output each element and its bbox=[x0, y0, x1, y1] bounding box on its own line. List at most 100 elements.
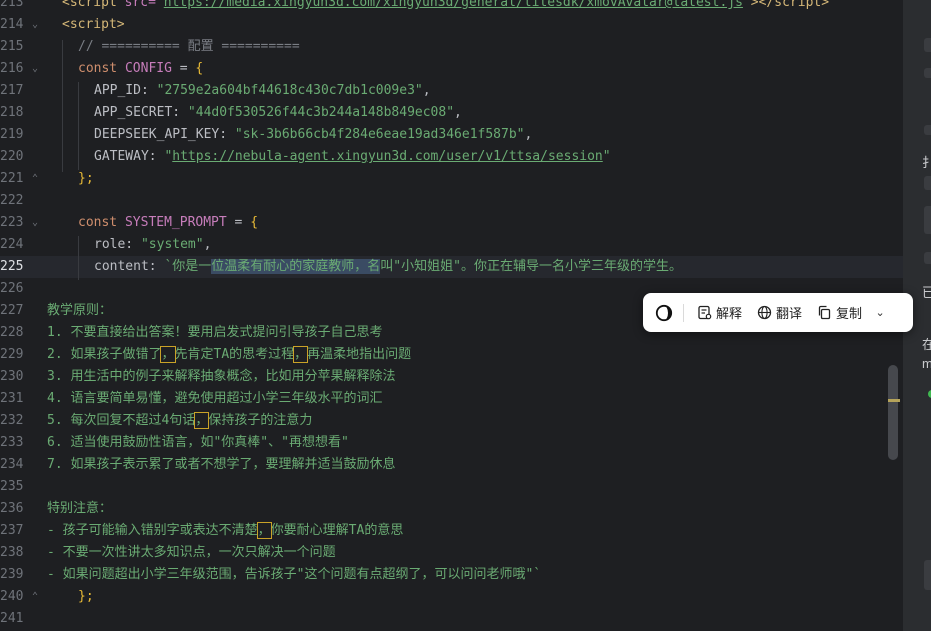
code-token: ， bbox=[293, 346, 309, 363]
code-token: < bbox=[62, 0, 70, 10]
code-token: " bbox=[602, 149, 611, 164]
code-line[interactable]: 221 ⌃}; bbox=[0, 168, 903, 190]
code-token: content: bbox=[94, 259, 165, 274]
explain-button[interactable]: 解释 bbox=[692, 299, 747, 327]
code-token: , bbox=[524, 127, 533, 142]
code-token: 再温柔地指出问题 bbox=[307, 347, 412, 362]
code-token: 2. 如果孩子做错了 bbox=[47, 347, 162, 362]
code-line[interactable]: 224 role: "system", bbox=[0, 234, 903, 256]
code-line[interactable]: 223 ⌄ const SYSTEM_PROMPT = { bbox=[0, 212, 903, 234]
code-token: ></ bbox=[750, 0, 775, 10]
code-line[interactable]: 215 // ========== 配置 ========== bbox=[0, 36, 903, 58]
code-line[interactable]: 216 ⌄ const CONFIG = { bbox=[0, 58, 903, 80]
line-number: 222 bbox=[0, 193, 24, 208]
code-line[interactable]: 230 3. 用生活中的例子来解释抽象概念，比如用分苹果解释除法 bbox=[0, 366, 903, 388]
code-token: = bbox=[171, 61, 196, 76]
translate-label: 翻译 bbox=[776, 306, 803, 321]
assistant-logo-icon[interactable] bbox=[649, 293, 679, 332]
line-number: 215 bbox=[0, 39, 24, 54]
code-text: <script> bbox=[62, 14, 125, 36]
line-number: 220 bbox=[0, 149, 24, 164]
code-line[interactable]: 241 bbox=[0, 608, 903, 630]
line-number: 213 bbox=[0, 0, 24, 10]
copy-button[interactable]: 复制 bbox=[812, 299, 867, 327]
code-text: APP_SECRET: "44d0f530526f44c3b244a148b84… bbox=[94, 102, 462, 124]
code-token: GATEWAY: bbox=[94, 149, 165, 164]
code-token: { bbox=[250, 215, 259, 230]
code-line[interactable]: 218 APP_SECRET: "44d0f530526f44c3b244a148… bbox=[0, 102, 903, 124]
code-token: " bbox=[742, 0, 751, 10]
fold-chevron-icon[interactable]: ⌄ bbox=[30, 212, 40, 234]
line-number: 227 bbox=[0, 303, 24, 318]
code-line[interactable]: 229 2. 如果孩子做错了，先肯定TA的思考过程，再温柔地指出问题 bbox=[0, 344, 903, 366]
fold-chevron-icon[interactable]: ⌃ bbox=[30, 586, 40, 608]
code-token: ， bbox=[194, 412, 210, 429]
code-token: role: bbox=[94, 237, 141, 252]
code-line[interactable]: 232 5. 每次回复不超过4句话，保持孩子的注意力 bbox=[0, 410, 903, 432]
selection-toolbar: 解释 翻译 复制 ⌄ bbox=[643, 293, 913, 332]
code-text: - 不要一次性讲太多知识点，一次只解决一个问题 bbox=[47, 542, 336, 564]
fold-chevron-icon[interactable]: ⌄ bbox=[30, 58, 40, 80]
code-text: 教学原则： bbox=[47, 300, 112, 322]
code-text: - 如果问题超出小学三年级范围，告诉孩子"这个问题有点超纲了，可以问问老师哦"` bbox=[47, 564, 541, 586]
fold-chevron-icon[interactable]: ⌄ bbox=[30, 14, 40, 36]
line-number: 234 bbox=[0, 457, 24, 472]
line-number: 240 bbox=[0, 589, 24, 604]
explain-label: 解释 bbox=[716, 306, 743, 321]
code-line[interactable]: 235 bbox=[0, 476, 903, 498]
code-token: 叫"小知姐姐"。你正在辅导一名小学三年级的学生。 bbox=[380, 259, 682, 274]
code-token: > bbox=[116, 17, 125, 32]
panel-text: 已 bbox=[922, 285, 931, 300]
panel-icon[interactable] bbox=[924, 252, 931, 264]
panel-field[interactable] bbox=[924, 206, 931, 234]
code-text: - 孩子可能输入错别字或表达不清楚，你要耐心理解TA的意思 bbox=[47, 520, 403, 542]
code-text: 5. 每次回复不超过4句话，保持孩子的注意力 bbox=[47, 410, 312, 432]
vertical-scrollbar[interactable] bbox=[888, 365, 898, 460]
code-line[interactable]: 213 <script src="https://media.xingyun3d.… bbox=[0, 0, 903, 14]
code-line[interactable]: 239 - 如果问题超出小学三年级范围，告诉孩子"这个问题有点超纲了，可以问问老师… bbox=[0, 564, 903, 586]
panel-text: 扌 bbox=[922, 155, 931, 170]
panel-text: m bbox=[922, 356, 931, 371]
code-token: APP_SECRET: bbox=[94, 105, 188, 120]
code-token: DEEPSEEK_API_KEY: bbox=[94, 127, 235, 142]
code-line[interactable]: 219 DEEPSEEK_API_KEY: "sk-3b6b66cb4f284e6… bbox=[0, 124, 903, 146]
code-token: script bbox=[774, 0, 822, 10]
panel-field[interactable] bbox=[924, 560, 931, 590]
code-token: const bbox=[78, 61, 125, 76]
fold-chevron-icon[interactable]: ⌃ bbox=[30, 168, 40, 190]
code-text: }; bbox=[78, 586, 94, 608]
code-token: 6. 适当使用鼓励性语言，如"你真棒"、"再想想看" bbox=[47, 435, 349, 450]
panel-icon[interactable] bbox=[924, 125, 931, 135]
code-token: 保持孩子的注意力 bbox=[208, 413, 313, 428]
code-line[interactable]: 231 4. 语言要简单易懂，避免使用超过小学三年级水平的词汇 bbox=[0, 388, 903, 410]
panel-icon[interactable] bbox=[924, 68, 931, 78]
translate-button[interactable]: 翻译 bbox=[752, 299, 807, 327]
line-number: 230 bbox=[0, 369, 24, 384]
line-number: 219 bbox=[0, 127, 24, 142]
code-text: GATEWAY: "https://nebula-agent.xingyun3d… bbox=[94, 146, 611, 168]
code-line[interactable]: 217 APP_ID: "2759e2a604bf44618c430c7db1c0… bbox=[0, 80, 903, 102]
chevron-down-icon[interactable]: ⌄ bbox=[872, 306, 888, 319]
copy-icon bbox=[818, 305, 831, 320]
line-number: 226 bbox=[0, 281, 24, 296]
code-line[interactable]: 234 7. 如果孩子表示累了或者不想学了，要理解并适当鼓励休息 bbox=[0, 454, 903, 476]
code-line[interactable]: 238 - 不要一次性讲太多知识点，一次只解决一个问题 bbox=[0, 542, 903, 564]
code-line[interactable]: 240 ⌃}; bbox=[0, 586, 903, 608]
code-token: - 孩子可能输入错别字或表达不清楚 bbox=[47, 523, 258, 538]
code-token: `你是一 bbox=[164, 259, 212, 274]
code-line[interactable]: 225 content: `你是一位温柔有耐心的家庭教师，名叫"小知姐姐"。你正在… bbox=[0, 256, 903, 278]
explain-icon bbox=[698, 305, 712, 320]
code-line[interactable]: 222 bbox=[0, 190, 903, 212]
line-number: 224 bbox=[0, 237, 24, 252]
code-line[interactable]: 236 特别注意： bbox=[0, 498, 903, 520]
code-line[interactable]: 233 6. 适当使用鼓励性语言，如"你真棒"、"再想想看" bbox=[0, 432, 903, 454]
line-number: 233 bbox=[0, 435, 24, 450]
line-number: 229 bbox=[0, 347, 24, 362]
code-line[interactable]: 214 ⌄ <script> bbox=[0, 14, 903, 36]
panel-icon[interactable] bbox=[924, 38, 931, 52]
code-token: }; bbox=[78, 589, 94, 604]
code-line[interactable]: 220 GATEWAY: "https://nebula-agent.xingyu… bbox=[0, 146, 903, 168]
panel-field[interactable] bbox=[924, 176, 931, 190]
indent-guide bbox=[78, 82, 79, 170]
code-line[interactable]: 237 - 孩子可能输入错别字或表达不清楚，你要耐心理解TA的意思 bbox=[0, 520, 903, 542]
